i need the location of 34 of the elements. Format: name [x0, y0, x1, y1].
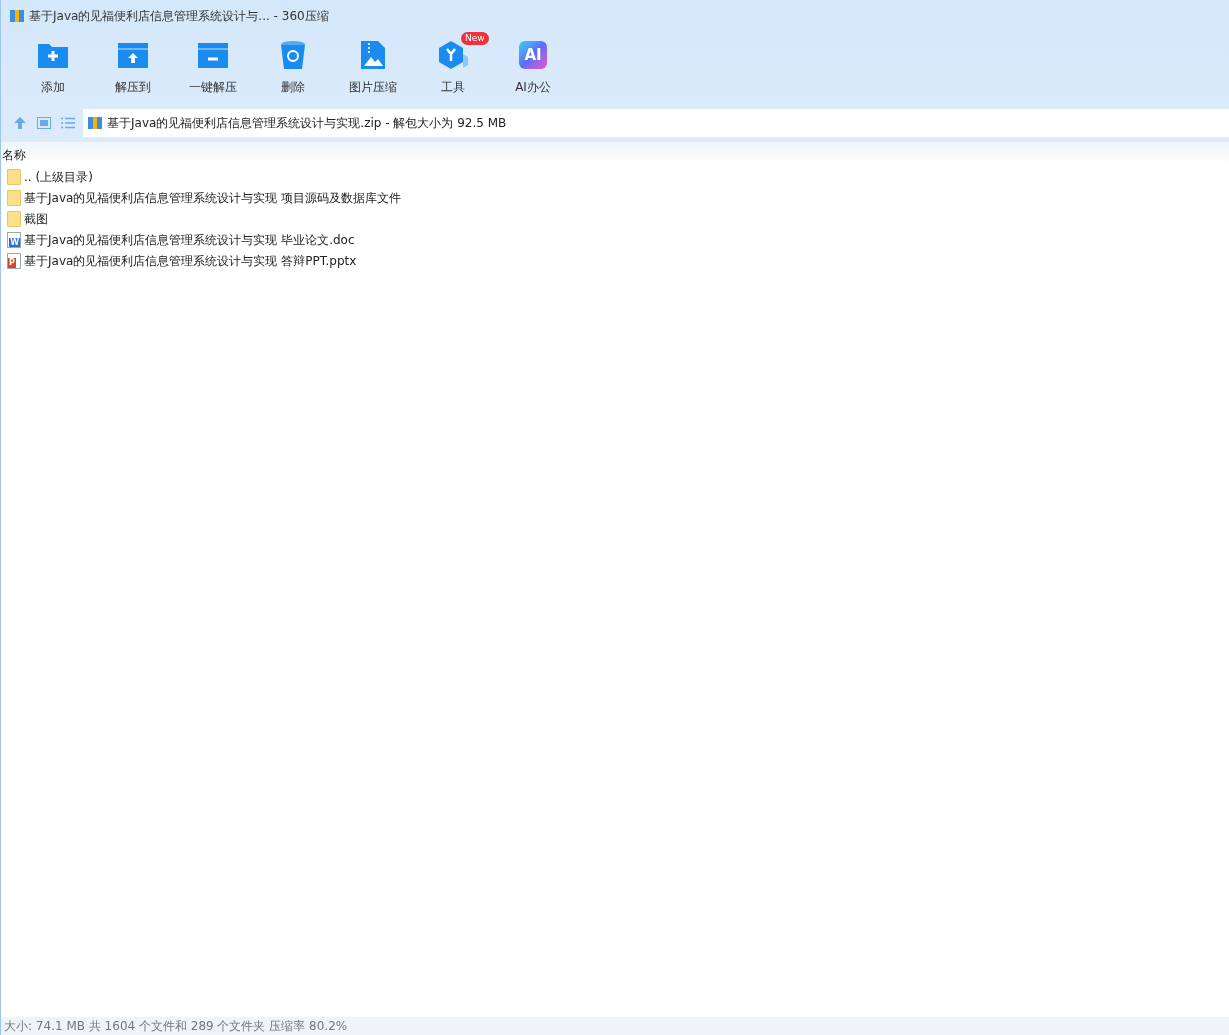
folder-icon	[7, 210, 21, 227]
up-arrow-icon[interactable]	[13, 116, 27, 130]
file-row[interactable]: 基于Java的见福便利店信息管理系统设计与实现 项目源码及数据库文件	[1, 187, 1229, 208]
toolbar-button[interactable]: AI AI办公	[493, 32, 573, 96]
status-bar: 大小: 74.1 MB 共 1604 个文件和 289 个文件夹 压缩率 80.2%	[1, 1017, 1229, 1035]
column-header[interactable]: 名称	[1, 146, 26, 164]
archive-path: 基于Java的见福便利店信息管理系统设计与实现.zip - 解包大小为 92.5 MB	[107, 115, 507, 132]
file-row[interactable]: .. (上级目录)	[1, 166, 1229, 187]
image-file-icon	[360, 40, 386, 70]
word-document-icon: W	[7, 231, 21, 248]
folder-minus-icon	[197, 41, 229, 69]
folder-icon	[7, 189, 21, 206]
archive-icon	[9, 8, 25, 24]
toolbar-button[interactable]: 添加	[13, 32, 93, 96]
toolbar-button[interactable]: 工具 New	[413, 32, 493, 96]
archive-icon	[87, 115, 103, 131]
thumbnail-view-icon[interactable]	[37, 117, 51, 129]
recycle-bin-icon	[280, 40, 306, 70]
address-bar[interactable]: 基于Java的见福便利店信息管理系统设计与实现.zip - 解包大小为 92.5 MB	[83, 109, 1229, 137]
file-row[interactable]: W 基于Java的见福便利店信息管理系统设计与实现 毕业论文.doc	[1, 229, 1229, 250]
ai-icon: AI	[519, 41, 547, 69]
toolbar-button[interactable]: 解压到	[93, 32, 173, 96]
toolbar-button[interactable]: 删除	[253, 32, 333, 96]
toolbar-button[interactable]: 一键解压	[173, 32, 253, 96]
toolbar-button[interactable]: 图片压缩	[333, 32, 413, 96]
file-row[interactable]: P 基于Java的见福便利店信息管理系统设计与实现 答辩PPT.pptx	[1, 250, 1229, 271]
hexagon-y-icon	[437, 40, 469, 70]
window-title: 基于Java的见福便利店信息管理系统设计与... - 360压缩	[29, 8, 329, 25]
file-row[interactable]: 截图	[1, 208, 1229, 229]
list-view-icon[interactable]	[61, 117, 75, 129]
folder-icon	[7, 168, 21, 185]
folder-plus-icon	[37, 41, 69, 69]
powerpoint-file-icon: P	[7, 252, 21, 269]
new-badge: New	[461, 32, 489, 45]
